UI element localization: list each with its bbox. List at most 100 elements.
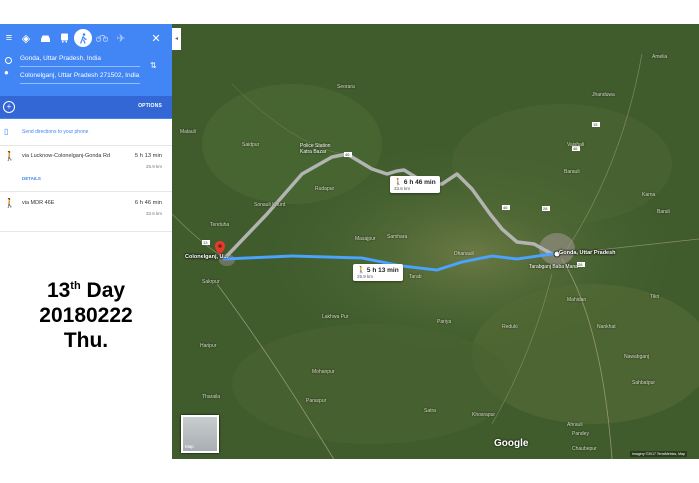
place-label: Chaubepur xyxy=(572,446,597,452)
route-time: 6 h 46 min xyxy=(134,200,162,206)
close-icon[interactable]: ✕ xyxy=(147,29,165,47)
bike-icon[interactable] xyxy=(93,29,111,47)
svg-text:46: 46 xyxy=(345,152,350,157)
travel-mode-row: ≡ ◈ ✈ ✕ xyxy=(0,24,172,52)
destination-marker-icon[interactable] xyxy=(215,241,225,255)
place-label: Pandey xyxy=(572,431,589,437)
main-route-callout[interactable]: 🚶 5 h 13 min 25.9 km xyxy=(353,264,403,281)
walk-icon[interactable] xyxy=(74,29,92,47)
walk-icon: 🚶 xyxy=(4,151,16,161)
directions-header: ≡ ◈ ✈ ✕ Gonda, Uttar Pradesh, India ● Co… xyxy=(0,24,172,119)
place-label: Pariya xyxy=(437,319,452,325)
origin-input[interactable]: Gonda, Uttar Pradesh, India xyxy=(20,52,140,67)
walk-icon: 🚶 xyxy=(394,179,403,186)
place-label: Paraspur xyxy=(306,398,327,404)
place-label: Police Station Katra Bazar xyxy=(300,143,331,155)
place-label: Sakrpur xyxy=(202,279,220,285)
route-option-1[interactable]: 🚶 via Lucknow-Colonelganj-Gonda Rd 5 h 1… xyxy=(0,145,172,192)
place-label: Khosrapur xyxy=(472,412,496,418)
origin-city-label: Gonda, Uttar Pradesh xyxy=(559,250,616,256)
directions-panel: ≡ ◈ ✈ ✕ Gonda, Uttar Pradesh, India ● Co… xyxy=(0,24,172,459)
place-label: Tikri xyxy=(650,294,660,300)
place-label: Nankhat xyxy=(597,324,616,330)
place-label: Sahbatpur xyxy=(632,380,656,386)
route-via: via MDR 46E xyxy=(22,200,55,206)
satellite-map[interactable]: 46 46 13 28 15 46 28 Gonda, Uttar Prades… xyxy=(172,24,699,459)
main-route-time: 5 h 13 min xyxy=(366,267,399,274)
date-text: 20180222 xyxy=(39,304,133,327)
alt-route-callout[interactable]: 🚶 6 h 46 min 33.6 km xyxy=(390,176,440,193)
place-label: Amelia xyxy=(652,54,668,60)
map-attribution: Imagery ©2017 TerraMetrics, Map xyxy=(630,451,687,457)
place-label: Mohanpur xyxy=(312,369,335,375)
swap-icon[interactable]: ⇅ xyxy=(150,61,157,70)
place-label: Barauli xyxy=(564,169,580,175)
place-label: Karna xyxy=(642,192,656,198)
destination-pin-icon: ● xyxy=(4,68,9,77)
place-label: Ahrauli xyxy=(567,422,583,428)
svg-text:15: 15 xyxy=(593,122,598,127)
route-distance: 33.6 km xyxy=(145,211,162,216)
svg-text:46: 46 xyxy=(503,205,508,210)
options-row: + OPTIONS xyxy=(0,96,172,118)
place-label: Sonauli Khurd xyxy=(254,202,286,208)
weekday-text: Thu. xyxy=(63,329,109,352)
map-type-label: Map xyxy=(185,444,194,449)
place-label: Vaishali xyxy=(567,142,585,148)
transit-icon[interactable] xyxy=(55,29,73,47)
place-label: Satra xyxy=(424,408,436,414)
place-label: Saidpur xyxy=(242,142,260,148)
place-label: Lakhwa Pur xyxy=(322,314,349,320)
alt-route-distance: 33.6 km xyxy=(394,186,411,191)
place-label: Samhara xyxy=(387,234,408,240)
walk-icon: 🚶 xyxy=(4,198,16,208)
route-details-link[interactable]: DETAILS xyxy=(22,176,41,181)
menu-icon[interactable]: ≡ xyxy=(0,29,18,47)
car-icon[interactable] xyxy=(36,29,54,47)
place-label: Dhanauli xyxy=(454,251,474,257)
route-option-2[interactable]: 🚶 via MDR 46E 6 h 46 min 33.6 km xyxy=(0,192,172,232)
map-type-toggle[interactable]: Map xyxy=(181,415,219,453)
alt-route-time: 6 h 46 min xyxy=(403,179,436,186)
place-label: Tarab xyxy=(409,274,422,280)
map-terrain: 46 46 13 28 15 46 28 xyxy=(172,24,699,459)
phone-icon: ▯ xyxy=(4,127,9,136)
route-time: 5 h 13 min xyxy=(134,153,162,159)
place-label: Nawabganj xyxy=(624,354,650,360)
destination-input[interactable]: Colonelganj, Uttar Pradesh 271502, India xyxy=(20,69,140,84)
options-button[interactable]: OPTIONS xyxy=(138,103,162,109)
directions-icon[interactable]: ◈ xyxy=(17,29,35,47)
origin-dot-icon xyxy=(5,57,12,64)
add-destination-icon[interactable]: + xyxy=(3,101,15,113)
google-logo: Google xyxy=(494,438,529,449)
place-label: Reduki xyxy=(502,324,518,330)
place-label: Malauli xyxy=(180,129,196,135)
svg-text:28: 28 xyxy=(543,206,548,211)
collapse-panel-button[interactable]: ◂ xyxy=(172,28,181,50)
place-label: Barali xyxy=(657,209,670,215)
walk-icon: 🚶 xyxy=(357,267,366,274)
place-label: Tarabganj Baba Mana xyxy=(529,264,578,270)
place-label: Mahidan xyxy=(567,297,587,303)
send-to-phone[interactable]: ▯ Send directions to your phone xyxy=(0,119,172,146)
svg-text:28: 28 xyxy=(578,262,583,267)
day-word: Day xyxy=(80,279,126,302)
place-label: Jhanduwa xyxy=(592,92,615,98)
destination-city-label: Colonelganj, U... xyxy=(185,254,229,260)
day-caption: 13th Day 20180222 Thu. xyxy=(0,274,172,353)
place-label: Tharaila xyxy=(202,394,221,400)
place-label: Masajpur xyxy=(355,236,376,242)
place-label: Haripur xyxy=(200,343,217,349)
route-distance: 25.9 km xyxy=(145,164,162,169)
flight-icon[interactable]: ✈ xyxy=(112,29,130,47)
place-label: Tenduha xyxy=(210,222,230,228)
route-inputs: Gonda, Uttar Pradesh, India ● Colonelgan… xyxy=(0,52,172,92)
place-label: Seorara xyxy=(337,84,355,90)
day-suffix: th xyxy=(70,280,81,292)
place-label: Rudapur xyxy=(315,186,335,192)
send-to-phone-label: Send directions to your phone xyxy=(22,129,89,135)
route-via: via Lucknow-Colonelganj-Gonda Rd xyxy=(22,153,111,159)
main-route-distance: 25.9 km xyxy=(357,274,374,279)
svg-text:13: 13 xyxy=(203,240,208,245)
day-number: 13 xyxy=(46,279,71,302)
